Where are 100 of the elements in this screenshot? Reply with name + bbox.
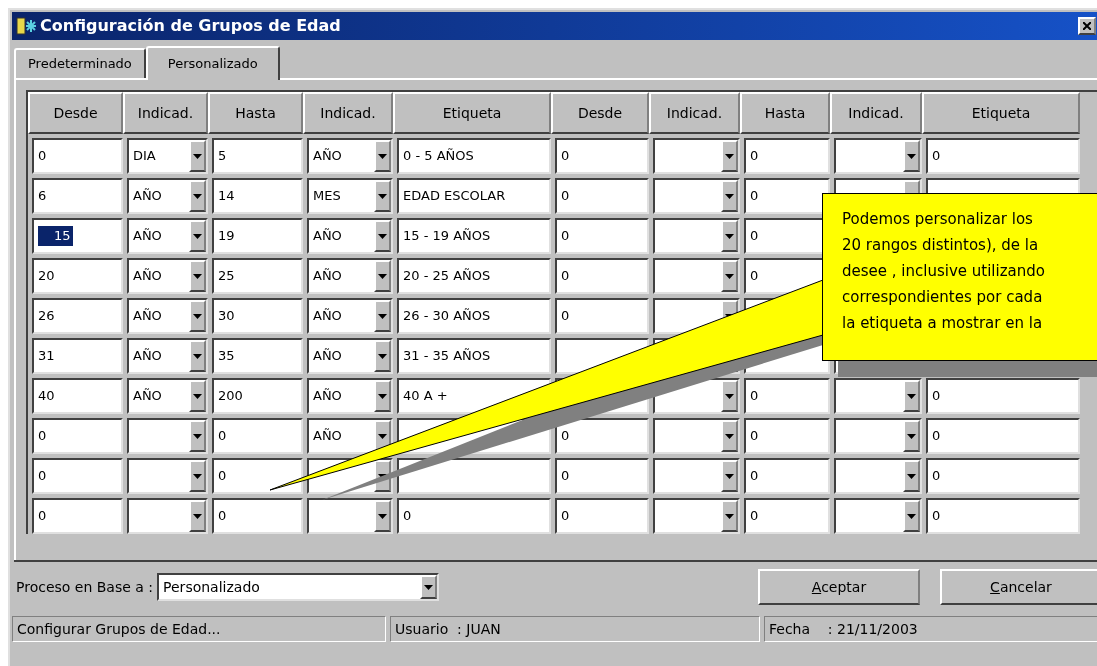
unit-dropdown[interactable] (653, 258, 740, 294)
dropdown-button[interactable] (420, 575, 438, 599)
process-dropdown[interactable]: Personalizado (157, 573, 440, 601)
cell-input[interactable]: 20 - 25 AÑOS (397, 258, 551, 294)
dropdown-button[interactable] (189, 500, 206, 532)
unit-dropdown[interactable] (653, 458, 740, 494)
unit-dropdown[interactable]: AÑO (307, 138, 393, 174)
cell-input[interactable]: 0 (744, 498, 830, 534)
cell-input[interactable]: 200 (212, 378, 303, 414)
unit-dropdown[interactable]: AÑO (127, 338, 208, 374)
dropdown-button[interactable] (903, 460, 920, 492)
cell-input[interactable]: 0 (926, 378, 1080, 414)
dropdown-button[interactable] (903, 500, 920, 532)
cell-input[interactable]: 19 (212, 218, 303, 254)
cell-input[interactable]: 30 (212, 298, 303, 334)
cell-input[interactable] (397, 458, 551, 494)
cell-input[interactable]: 0 (555, 418, 649, 454)
dropdown-button[interactable] (721, 220, 738, 252)
dropdown-button[interactable] (721, 500, 738, 532)
tab[interactable]: Predeterminado (14, 48, 146, 78)
cell-input[interactable]: 15 (32, 218, 123, 254)
unit-dropdown[interactable] (127, 458, 208, 494)
unit-dropdown[interactable]: AÑO (307, 338, 393, 374)
cell-input[interactable]: 0 (926, 458, 1080, 494)
cell-input[interactable]: 15 - 19 AÑOS (397, 218, 551, 254)
cell-input[interactable]: 0 (555, 498, 649, 534)
unit-dropdown[interactable]: MES (307, 178, 393, 214)
dropdown-button[interactable] (721, 420, 738, 452)
dropdown-button[interactable] (903, 140, 920, 172)
dropdown-button[interactable] (721, 180, 738, 212)
cell-input[interactable]: 31 - 35 AÑOS (397, 338, 551, 374)
dropdown-button[interactable] (903, 420, 920, 452)
dialog-button[interactable]: Cancelar (940, 569, 1097, 605)
dropdown-button[interactable] (189, 220, 206, 252)
cell-input[interactable]: 0 (555, 138, 649, 174)
cell-input[interactable]: 0 (212, 418, 303, 454)
dropdown-button[interactable] (189, 340, 206, 372)
cell-input[interactable]: 31 (32, 338, 123, 374)
dropdown-button[interactable] (903, 380, 920, 412)
cell-input[interactable]: 0 (397, 498, 551, 534)
cell-input[interactable]: 5 (212, 138, 303, 174)
unit-dropdown[interactable]: AÑO (127, 178, 208, 214)
cell-input[interactable]: 0 (926, 138, 1080, 174)
dialog-button[interactable]: Aceptar (758, 569, 920, 605)
dropdown-button[interactable] (189, 140, 206, 172)
cell-input[interactable]: 14 (212, 178, 303, 214)
dropdown-button[interactable] (374, 140, 391, 172)
unit-dropdown[interactable] (653, 418, 740, 454)
dropdown-button[interactable] (374, 300, 391, 332)
unit-dropdown[interactable] (127, 418, 208, 454)
dropdown-button[interactable] (721, 140, 738, 172)
cell-input[interactable]: 0 - 5 AÑOS (397, 138, 551, 174)
unit-dropdown[interactable] (834, 458, 922, 494)
cell-input[interactable]: 0 (926, 418, 1080, 454)
cell-input[interactable]: 0 (32, 498, 123, 534)
dropdown-button[interactable] (189, 460, 206, 492)
dropdown-button[interactable] (374, 380, 391, 412)
cell-input[interactable]: 0 (744, 138, 830, 174)
dropdown-button[interactable] (374, 340, 391, 372)
dropdown-button[interactable] (374, 220, 391, 252)
unit-dropdown[interactable]: AÑO (307, 258, 393, 294)
unit-dropdown[interactable]: DIA (127, 138, 208, 174)
unit-dropdown[interactable] (834, 378, 922, 414)
unit-dropdown[interactable]: AÑO (127, 298, 208, 334)
unit-dropdown[interactable] (653, 138, 740, 174)
unit-dropdown[interactable] (834, 498, 922, 534)
dropdown-button[interactable] (374, 180, 391, 212)
cell-input[interactable]: 6 (32, 178, 123, 214)
cell-input[interactable]: 0 (212, 458, 303, 494)
unit-dropdown[interactable]: AÑO (127, 378, 208, 414)
unit-dropdown[interactable]: AÑO (307, 298, 393, 334)
dropdown-button[interactable] (189, 260, 206, 292)
unit-dropdown[interactable]: AÑO (127, 218, 208, 254)
cell-input[interactable]: 0 (32, 458, 123, 494)
cell-input[interactable]: 20 (32, 258, 123, 294)
cell-input[interactable]: 26 (32, 298, 123, 334)
unit-dropdown[interactable] (653, 498, 740, 534)
cell-input[interactable]: EDAD ESCOLAR (397, 178, 551, 214)
cell-input[interactable]: 0 (555, 258, 649, 294)
dropdown-button[interactable] (189, 180, 206, 212)
dropdown-button[interactable] (721, 260, 738, 292)
cell-input[interactable]: 35 (212, 338, 303, 374)
cell-input[interactable]: 40 (32, 378, 123, 414)
cell-input[interactable]: 0 (32, 418, 123, 454)
dropdown-button[interactable] (721, 460, 738, 492)
dropdown-button[interactable] (374, 500, 391, 532)
cell-input[interactable]: 0 (32, 138, 123, 174)
dropdown-button[interactable] (189, 300, 206, 332)
unit-dropdown[interactable] (307, 498, 393, 534)
cell-input[interactable]: 0 (555, 218, 649, 254)
unit-dropdown[interactable]: AÑO (307, 378, 393, 414)
dropdown-button[interactable] (721, 380, 738, 412)
cell-input[interactable]: 0 (926, 498, 1080, 534)
unit-dropdown[interactable] (127, 498, 208, 534)
dropdown-button[interactable] (189, 380, 206, 412)
cell-input[interactable]: 0 (212, 498, 303, 534)
unit-dropdown[interactable] (834, 138, 922, 174)
close-button[interactable] (1078, 17, 1096, 35)
tab[interactable]: Personalizado (145, 46, 280, 80)
unit-dropdown[interactable]: AÑO (307, 418, 393, 454)
